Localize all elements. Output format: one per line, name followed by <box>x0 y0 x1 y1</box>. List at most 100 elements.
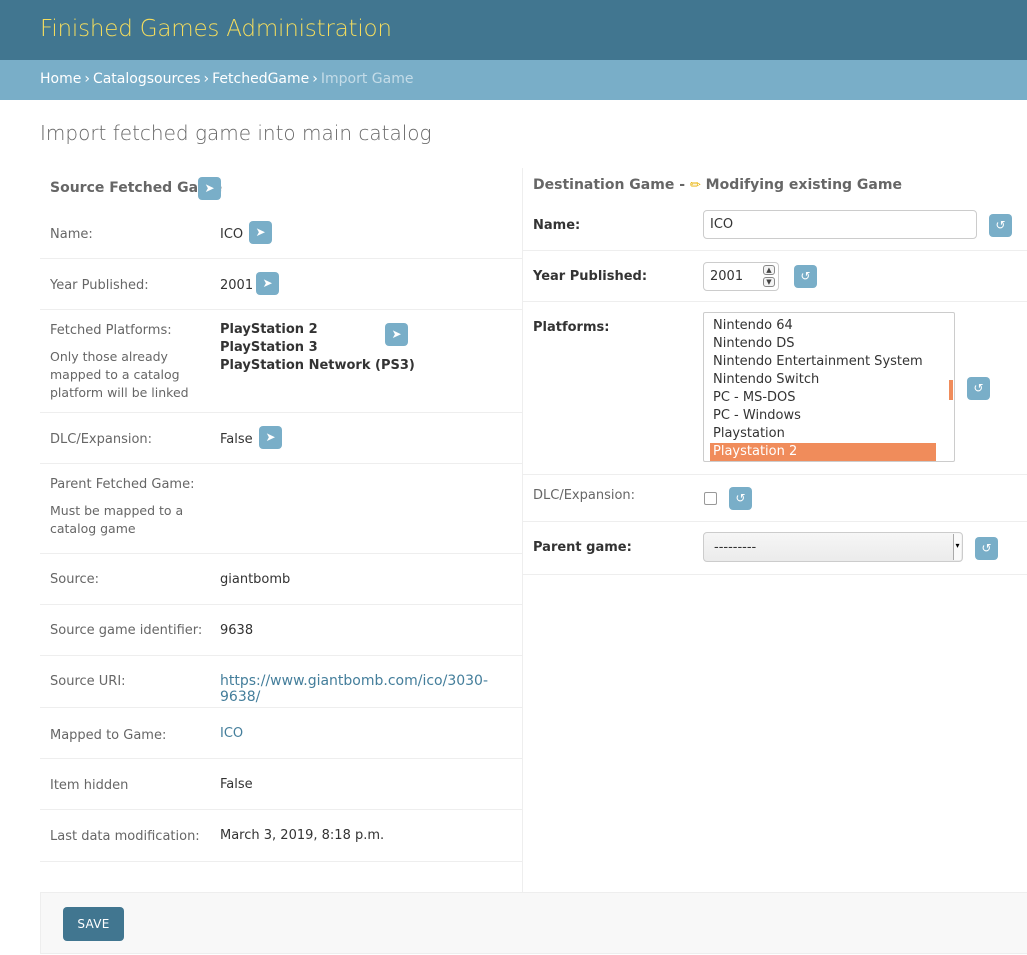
breadcrumb-catalogsources[interactable]: Catalogsources <box>93 71 201 87</box>
source-parent-label: Parent Fetched Game: <box>50 477 195 492</box>
platform-option-selected[interactable]: Playstation 2 <box>710 443 936 461</box>
reset-platforms-button[interactable]: ↺ <box>967 377 990 400</box>
source-row-mapped: Mapped to Game: ICO <box>40 708 522 759</box>
dest-row-platforms: Platforms: Nintendo 64 Nintendo DS Ninte… <box>523 302 1027 475</box>
pencil-icon: ✏ <box>689 178 701 193</box>
reset-parent-button[interactable]: ↺ <box>975 537 998 560</box>
mapped-game-link[interactable]: ICO <box>220 726 243 741</box>
source-uri-label: Source URI: <box>50 674 126 689</box>
platform-option[interactable]: Nintendo DS <box>710 335 936 353</box>
dest-row-parent: Parent game: --------- ▾ ↺ <box>523 522 1027 575</box>
chevron-down-icon: ▾ <box>953 534 961 560</box>
breadcrumb-home[interactable]: Home <box>40 71 81 87</box>
source-dlc-label: DLC/Expansion: <box>50 432 153 447</box>
dest-row-year: Year Published: 2001 ▲ ▼ ↺ <box>523 251 1027 302</box>
source-hidden-value: False <box>220 777 253 792</box>
source-name-value: ICO <box>220 227 244 242</box>
breadcrumb-fetchedgame[interactable]: FetchedGame <box>212 71 309 87</box>
site-title[interactable]: Finished Games Administration <box>40 16 392 42</box>
destination-mode: Modifying existing Game <box>705 177 902 193</box>
reset-dlc-button[interactable]: ↺ <box>729 487 752 510</box>
platform-option[interactable]: Nintendo Entertainment System <box>710 353 936 371</box>
source-identifier-label: Source game identifier: <box>50 623 203 638</box>
platform-option[interactable]: Nintendo Switch <box>710 371 936 389</box>
dest-row-name: Name: ICO ↺ <box>523 200 1027 251</box>
source-parent-help: Must be mapped to a catalog game <box>50 503 184 536</box>
source-modified-label: Last data modification: <box>50 829 200 844</box>
import-platforms-button[interactable]: ➤ <box>385 323 408 346</box>
source-identifier-value: 9638 <box>220 623 254 638</box>
platform-option[interactable]: Nintendo 64 <box>710 317 936 335</box>
reset-icon: ↺ <box>973 381 984 395</box>
dlc-checkbox[interactable] <box>704 492 717 505</box>
reset-icon: ↺ <box>800 269 811 283</box>
source-hidden-label: Item hidden <box>50 778 129 793</box>
arrow-right-icon: ➤ <box>265 430 276 444</box>
arrow-right-icon: ➤ <box>255 225 266 239</box>
source-row-identifier: Source game identifier: 9638 <box>40 605 522 656</box>
source-row-name: Name: ICO ➤ <box>40 208 522 259</box>
breadcrumb-separator: › <box>84 71 90 87</box>
page-title: Import fetched game into main catalog <box>40 121 432 145</box>
dest-row-dlc: DLC/Expansion: ↺ <box>523 475 1027 522</box>
source-row-platforms: Fetched Platforms: Only those already ma… <box>40 310 522 413</box>
source-year-value: 2001 <box>220 278 254 293</box>
reset-icon: ↺ <box>995 218 1006 232</box>
breadcrumb-separator: › <box>312 71 318 87</box>
name-input[interactable]: ICO <box>703 210 977 239</box>
source-platforms-help: Only those already mapped to a catalog p… <box>50 349 189 400</box>
import-name-button[interactable]: ➤ <box>249 221 272 244</box>
source-row-dlc: DLC/Expansion: False ➤ <box>40 413 522 464</box>
source-modified-value: March 3, 2019, 8:18 p.m. <box>220 828 385 843</box>
import-dlc-button[interactable]: ➤ <box>259 426 282 449</box>
source-source-label: Source: <box>50 572 100 587</box>
source-row-hidden: Item hidden False <box>40 759 522 810</box>
reset-name-button[interactable]: ↺ <box>989 214 1012 237</box>
source-row-source: Source: giantbomb <box>40 554 522 605</box>
year-value: 2001 <box>710 269 744 284</box>
source-source-value: giantbomb <box>220 572 291 587</box>
reset-icon: ↺ <box>735 491 746 505</box>
submit-row: SAVE <box>40 892 1027 954</box>
save-button[interactable]: SAVE <box>63 907 124 941</box>
source-uri-link[interactable]: https://www.giantbomb.com/ico/3030-9638/ <box>220 673 488 705</box>
year-input[interactable]: 2001 ▲ ▼ <box>703 262 779 291</box>
reset-icon: ↺ <box>981 541 992 555</box>
arrow-right-icon: ➤ <box>204 181 215 195</box>
destination-heading-label: Destination Game - <box>533 177 686 193</box>
dest-year-label: Year Published: <box>533 269 648 284</box>
breadcrumb-separator: › <box>203 71 210 87</box>
dest-parent-label: Parent game: <box>533 540 632 555</box>
dest-name-label: Name: <box>533 218 581 233</box>
import-year-button[interactable]: ➤ <box>256 272 279 295</box>
source-dlc-value: False <box>220 432 253 447</box>
source-row-year: Year Published: 2001 ➤ <box>40 259 522 310</box>
reset-year-button[interactable]: ↺ <box>794 265 817 288</box>
breadcrumb-current: Import Game <box>320 71 414 87</box>
dest-dlc-label: DLC/Expansion: <box>533 488 636 503</box>
source-name-label: Name: <box>50 227 93 242</box>
platform-option[interactable]: Playstation <box>710 425 936 443</box>
spin-down-icon[interactable]: ▼ <box>763 277 775 287</box>
parent-game-select[interactable]: --------- ▾ <box>703 532 963 562</box>
arrow-right-icon: ➤ <box>391 327 402 341</box>
breadcrumb: Home › Catalogsources › FetchedGame › Import G… <box>0 60 1027 100</box>
platforms-multiselect[interactable]: Nintendo 64 Nintendo DS Nintendo Enterta… <box>703 312 955 462</box>
parent-game-selected-value: --------- <box>714 540 757 555</box>
source-row-parent: Parent Fetched Game: Must be mapped to a… <box>40 464 522 554</box>
site-header: Finished Games Administration <box>0 0 1027 60</box>
platform-item: PlayStation Network (PS3) <box>220 358 415 373</box>
dest-platforms-label: Platforms: <box>533 320 610 335</box>
destination-heading: Destination Game - ✏ Modifying existing … <box>533 177 902 193</box>
source-platforms-label: Fetched Platforms: <box>50 323 172 338</box>
platform-option[interactable]: PC - Windows <box>710 407 936 425</box>
spin-up-icon[interactable]: ▲ <box>763 265 775 275</box>
source-heading: Source Fetched Game <box>50 180 223 196</box>
source-year-label: Year Published: <box>50 278 149 293</box>
arrow-right-icon: ➤ <box>262 276 273 290</box>
import-all-button[interactable]: ➤ <box>198 177 221 200</box>
source-row-modified: Last data modification: March 3, 2019, 8… <box>40 810 522 862</box>
scrollbar-thumb[interactable] <box>949 380 953 400</box>
platform-option[interactable]: PC - MS-DOS <box>710 389 936 407</box>
source-mapped-label: Mapped to Game: <box>50 728 167 743</box>
